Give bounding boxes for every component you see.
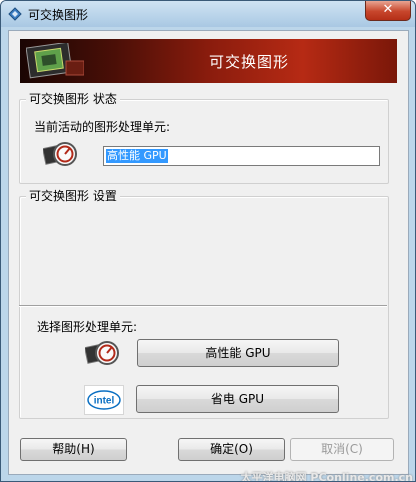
- power-saving-gpu-button[interactable]: 省电 GPU: [136, 385, 339, 413]
- dialog-client-area: 可交换图形 可交换图形 状态 当前活动的图形处理单元: 高性能 GPU 可交换图…: [8, 30, 409, 475]
- window-title: 可交换图形: [28, 8, 89, 22]
- current-gpu-value: 高性能 GPU: [106, 149, 168, 163]
- dialog-window: 可交换图形 ✕ 可交换图形 可交换图形 状态 当前活动的图形处理单元: 高性能 …: [0, 0, 416, 482]
- select-gpu-label: 选择图形处理单元:: [37, 320, 138, 334]
- current-gpu-field[interactable]: 高性能 GPU: [103, 146, 380, 166]
- close-icon: ✕: [382, 2, 394, 17]
- current-gpu-label: 当前活动的图形处理单元:: [34, 120, 171, 134]
- header-banner: 可交换图形: [20, 39, 397, 83]
- cancel-button[interactable]: 取消(C): [290, 438, 394, 461]
- status-group-label: 可交换图形 状态: [26, 92, 120, 106]
- banner-title: 可交换图形: [209, 53, 290, 71]
- intel-logo-icon: intel: [84, 385, 124, 415]
- watermark: 太平洋电脑网 PConline.com.cn: [240, 471, 413, 482]
- high-performance-gpu-button[interactable]: 高性能 GPU: [137, 339, 339, 367]
- svg-text:intel: intel: [94, 396, 115, 407]
- intel-logo-graphic: intel: [87, 390, 121, 410]
- settings-group-label: 可交换图形 设置: [26, 189, 120, 203]
- settings-separator: [19, 305, 387, 307]
- app-icon: [8, 7, 22, 21]
- close-button[interactable]: ✕: [365, 1, 411, 21]
- amd-gpu-icon: [43, 142, 77, 166]
- title-bar[interactable]: 可交换图形 ✕: [1, 1, 415, 27]
- help-button[interactable]: 帮助(H): [20, 438, 127, 461]
- ok-button[interactable]: 确定(O): [178, 438, 285, 461]
- amd-gpu-icon: [85, 341, 119, 365]
- chip-icon: [26, 43, 84, 79]
